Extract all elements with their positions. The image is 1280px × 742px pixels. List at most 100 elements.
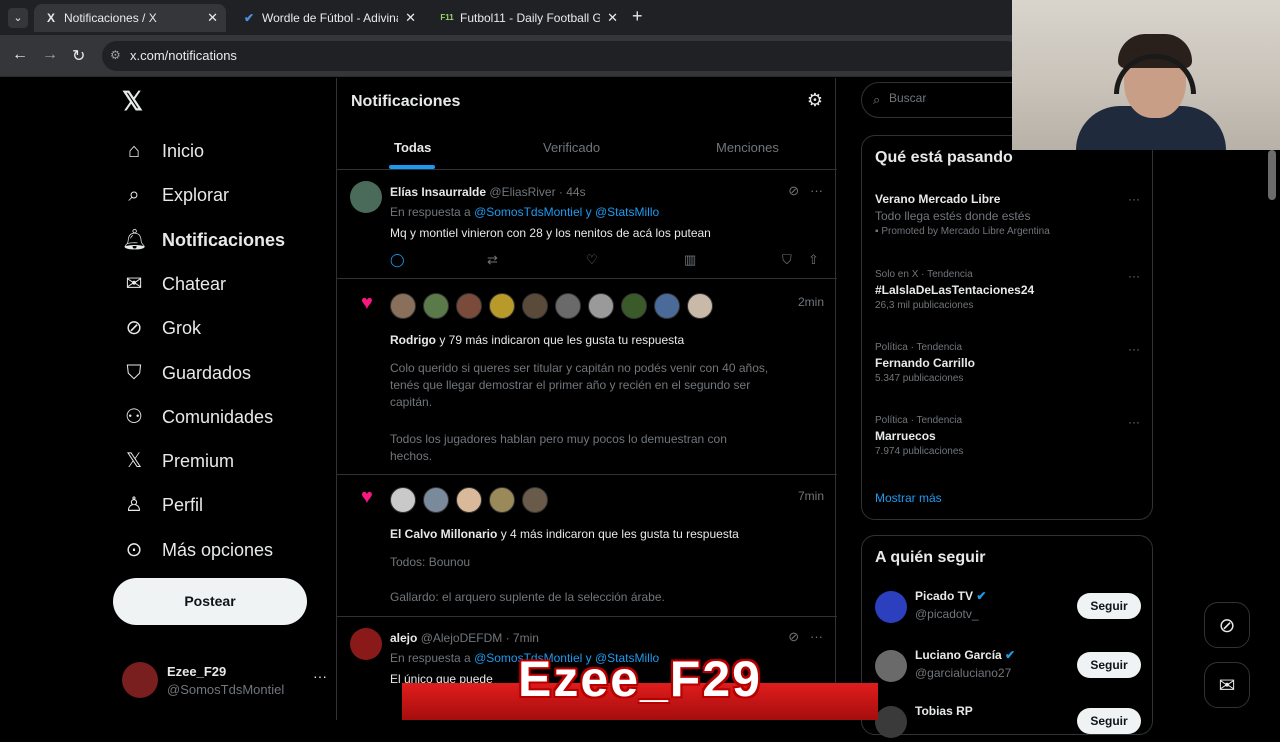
mention-link[interactable]: @StatsMillo [595,205,659,219]
grok-icon[interactable]: ⊘ [788,629,799,644]
tab-todas[interactable]: Todas [394,140,431,155]
post-author[interactable]: Elías Insaurralde @EliasRiver · 44s [390,185,586,199]
sidebar-item-comunidades[interactable]: ⚇ Comunidades [122,400,273,434]
follow-suggestion[interactable]: Tobias RP Seguir [875,702,1141,742]
more-icon[interactable]: ··· [313,668,327,684]
heart-icon: ♥ [361,486,373,508]
avatar[interactable] [875,650,907,682]
avatar[interactable] [522,487,548,513]
more-icon[interactable]: ··· [1128,192,1140,206]
x-premium-icon: 𝕏 [125,450,143,472]
sidebar-item-chatear[interactable]: ✉ Chatear [122,267,226,301]
avatar[interactable] [423,293,449,319]
grok-float-button[interactable]: ⊘ [1204,602,1250,648]
views-icon[interactable]: ▥ [684,252,696,268]
follow-button[interactable]: Seguir [1077,652,1141,678]
post-button[interactable]: Postear [113,578,307,625]
sidebar-item-inicio[interactable]: ⌂ Inicio [122,134,204,168]
more-icon[interactable]: ··· [810,629,823,644]
more-icon[interactable]: ··· [810,183,823,198]
trends-title: Qué está pasando [875,149,1013,166]
avatar[interactable] [687,293,713,319]
trend-item[interactable]: Política · Tendencia Marruecos 7.974 pub… [875,415,1140,457]
x-logo-icon[interactable]: 𝕏 [122,88,148,114]
browser-tab-wordle[interactable]: ✔ Wordle de Fútbol - Adivina al Ju ✕ [232,4,424,32]
avatar[interactable] [875,706,907,738]
avatar[interactable] [489,487,515,513]
liker-name[interactable]: El Calvo Millonario [390,527,497,541]
liker-name[interactable]: Rodrigo [390,333,436,347]
more-icon[interactable]: ··· [1128,415,1140,429]
retweet-icon[interactable]: ⇄ [487,252,498,268]
avatar[interactable] [456,293,482,319]
more-icon[interactable]: ··· [1128,269,1140,283]
close-tab-icon[interactable]: ✕ [405,4,416,32]
avatar[interactable] [350,181,382,213]
follow-button[interactable]: Seguir [1077,708,1141,734]
back-icon[interactable]: ← [12,46,28,64]
sidebar-item-explorar[interactable]: ⌕ Explorar [122,178,229,212]
url-omnibox[interactable]: ⚙ x.com/notifications [102,41,1022,71]
avatar[interactable] [654,293,680,319]
mention-link[interactable]: @SomosTdsMontiel [474,205,582,219]
grok-icon[interactable]: ⊘ [788,183,799,198]
avatar[interactable] [522,293,548,319]
account-name: Ezee_F29 [167,664,227,679]
like-icon[interactable]: ♡ [586,252,598,268]
reload-icon[interactable]: ↻ [72,46,85,66]
notification-time: 7min [797,489,824,503]
avatar[interactable] [350,628,382,660]
browser-tab-futbol11[interactable]: F11 Futbol11 - Daily Football Games ✕ [430,4,626,32]
account-switcher[interactable]: Ezee_F29 @SomosTdsMontiel ··· [122,660,327,704]
sidebar-item-notificaciones[interactable]: 🔔︎ Notificaciones [122,223,285,257]
sidebar-item-grok[interactable]: ⊘ Grok [122,311,201,345]
who-to-follow-panel: A quién seguir Picado TV ✔ @picadotv_ Se… [861,535,1153,738]
reply-notification[interactable]: Elías Insaurralde @EliasRiver · 44s ⊘ ··… [337,171,837,279]
avatar[interactable] [555,293,581,319]
avatar[interactable] [390,293,416,319]
bookmark-icon[interactable]: ⛉ [782,252,792,268]
follow-suggestion[interactable]: Luciano García ✔ @garcialuciano27 Seguir [875,646,1141,686]
avatar[interactable] [875,591,907,623]
post-author[interactable]: alejo @AlejoDEFDM · 7min [390,631,539,645]
avatar[interactable] [390,487,416,513]
trends-panel: Qué está pasando Verano Mercado Libre To… [861,135,1153,520]
page-scrollbar[interactable] [1268,150,1276,200]
messages-float-button[interactable]: ✉ [1204,662,1250,708]
tab-menciones[interactable]: Menciones [716,140,779,155]
search-icon: ⌕ [128,184,140,206]
show-more-link[interactable]: Mostrar más [875,491,942,505]
sidebar-item-mas-opciones[interactable]: ⊙ Más opciones [122,533,273,567]
avatar[interactable] [621,293,647,319]
sidebar-item-premium[interactable]: 𝕏 Premium [122,444,234,478]
close-tab-icon[interactable]: ✕ [607,4,618,32]
like-notification[interactable]: ♥ 7min El Calvo Millonario y 4 más indic… [337,476,837,617]
liked-reply-text: Todos: Bounou [390,555,471,569]
avatar[interactable] [588,293,614,319]
avatar[interactable] [489,293,515,319]
browser-tab-notifications[interactable]: X Notificaciones / X ✕ [34,4,226,32]
forward-icon[interactable]: → [42,46,58,64]
site-info-icon[interactable]: ⚙ [110,48,121,62]
trend-post-count: 5.347 publicaciones [875,373,964,384]
promoted-text: Promoted by Mercado Libre Argentina [881,226,1050,237]
tab-search-menu-icon[interactable]: ⌄ [8,8,28,28]
follow-suggestion[interactable]: Picado TV ✔ @picadotv_ Seguir [875,587,1141,627]
gear-icon[interactable]: ⚙ [807,90,823,111]
tab-verificado[interactable]: Verificado [543,140,600,155]
follow-button[interactable]: Seguir [1077,593,1141,619]
liked-reply-text: Todos los jugadores hablan pero muy poco… [390,432,727,463]
close-tab-icon[interactable]: ✕ [207,4,218,32]
more-icon[interactable]: ··· [1128,342,1140,356]
trend-item[interactable]: Verano Mercado Libre Todo llega estés do… [875,192,1140,237]
avatar[interactable] [456,487,482,513]
like-notification[interactable]: ♥ 2min Rodrigo y 79 más indicaron que le… [337,280,837,475]
new-tab-icon[interactable]: + [632,6,643,27]
avatar[interactable] [423,487,449,513]
trend-item[interactable]: Solo en X · Tendencia #LaIslaDeLasTentac… [875,269,1140,311]
share-icon[interactable]: ⇧ [808,252,819,268]
sidebar-item-perfil[interactable]: ♙ Perfil [122,488,203,522]
sidebar-item-guardados[interactable]: ⛉ Guardados [122,356,252,390]
reply-icon[interactable]: ◯ [390,252,405,268]
trend-item[interactable]: Política · Tendencia Fernando Carrillo 5… [875,342,1140,384]
